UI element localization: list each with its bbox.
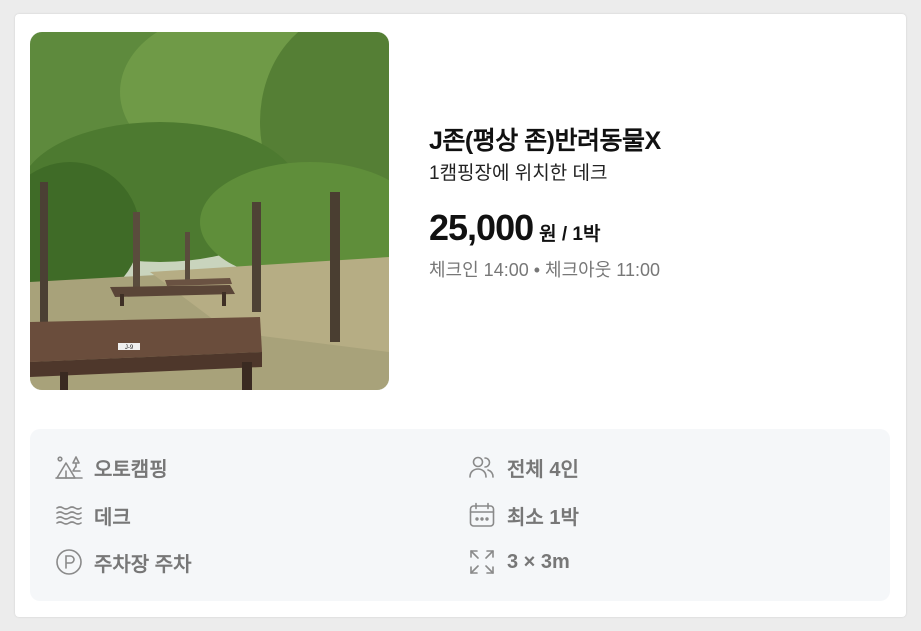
feature-site-size: 3 × 3m <box>467 546 570 578</box>
tent-trees-icon <box>54 452 84 482</box>
deck-sign: J-9 <box>125 345 134 351</box>
parking-icon <box>54 547 84 577</box>
feature-label: 최소 1박 <box>507 506 579 529</box>
feature-label: 3 × 3m <box>507 550 570 573</box>
feature-capacity: 전체 4인 <box>467 451 579 483</box>
feature-min-nights: 최소 1박 <box>467 499 579 531</box>
campsite-card[interactable]: J-9 J존(평상 존)반려동물X 1캠핑장에 위치한 데크 25,000 원 … <box>15 14 906 617</box>
feature-camping-type: 오토캠핑 <box>54 451 168 483</box>
checkin-checkout-times: 체크인 14:00 • 체크아웃 11:00 <box>429 260 660 280</box>
calendar-icon <box>467 500 497 530</box>
waves-icon <box>54 500 84 530</box>
users-icon <box>467 452 497 482</box>
campsite-photo-image: J-9 <box>30 32 389 390</box>
feature-label: 오토캠핑 <box>94 458 168 481</box>
feature-label: 주차장 주차 <box>94 553 192 576</box>
feature-label: 전체 4인 <box>507 458 579 481</box>
price-unit: 원 / 1박 <box>539 224 601 245</box>
campsite-info: J존(평상 존)반려동물X 1캠핑장에 위치한 데크 25,000 원 / 1박… <box>429 126 889 282</box>
expand-icon <box>467 547 497 577</box>
feature-parking: 주차장 주차 <box>54 546 192 578</box>
campsite-subtitle: 1캠핑장에 위치한 데크 <box>429 163 608 184</box>
feature-label: 데크 <box>94 506 131 529</box>
price-amount: 25,000 <box>429 207 534 248</box>
feature-panel: 오토캠핑 데크 주차장 주차 전체 4인 최소 1박 3 × 3m <box>30 429 890 601</box>
campsite-title: J존(평상 존)반려동물X <box>429 127 661 155</box>
campsite-photo[interactable]: J-9 <box>30 32 389 390</box>
feature-site-type: 데크 <box>54 499 131 531</box>
price-row: 25,000 원 / 1박 <box>429 208 889 248</box>
